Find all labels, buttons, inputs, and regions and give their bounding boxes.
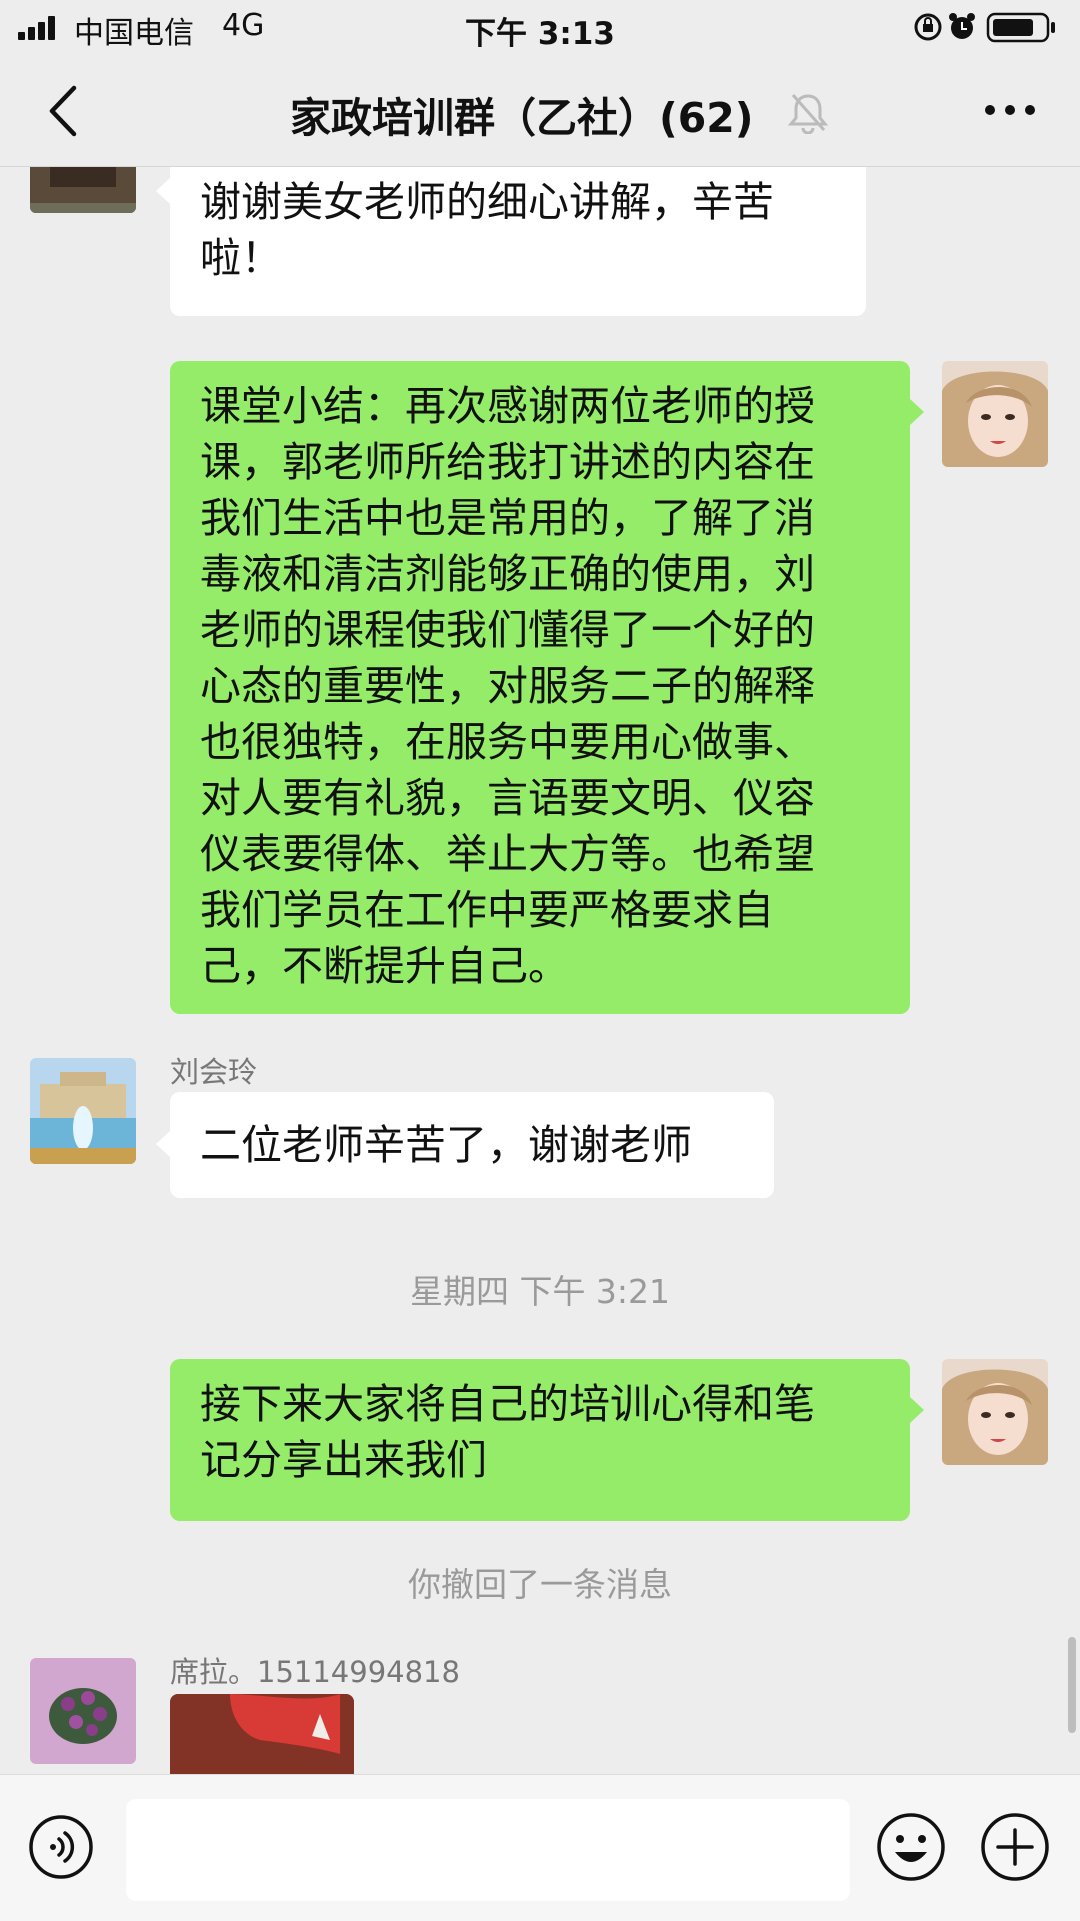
back-icon — [49, 85, 77, 137]
message-bubble[interactable]: 二位老师辛苦了，谢谢老师 — [170, 1092, 774, 1198]
avatar[interactable] — [30, 167, 136, 213]
bubble-tail — [156, 1131, 170, 1157]
bubble-tail — [156, 178, 170, 204]
message-bubble[interactable]: 接下来大家将自己的培训心得和笔 记分享出来我们 — [170, 1359, 910, 1521]
lock-rotation-icon — [914, 13, 942, 41]
chat-title: 家政培训群（乙社）(62) — [290, 94, 754, 142]
avatar[interactable] — [942, 1359, 1048, 1465]
back-button[interactable] — [40, 84, 90, 138]
nav-bar: 家政培训群（乙社）(62) — [0, 54, 1080, 167]
emoji-button[interactable] — [876, 1812, 946, 1882]
voice-icon — [29, 1815, 93, 1879]
status-icons — [912, 10, 1062, 44]
voice-button[interactable] — [28, 1814, 94, 1880]
input-bar — [0, 1774, 1080, 1921]
bubble-tail — [910, 1397, 924, 1423]
chat-area[interactable]: 谢谢美女老师的细心讲解，辛苦 啦！ 课堂小结：再次感谢两位老师的授 课，郭老师所… — [0, 167, 1080, 1774]
alarm-icon — [949, 13, 975, 39]
plus-icon — [981, 1813, 1049, 1881]
recall-notice: 你撤回了一条消息 — [408, 1565, 672, 1604]
image-message[interactable] — [170, 1694, 354, 1774]
message-bubble[interactable]: 课堂小结：再次感谢两位老师的授 课，郭老师所给我打讲述的内容在 我们生活中也是常… — [170, 361, 910, 1014]
timestamp-label: 星期四 下午 3:21 — [409, 1272, 671, 1311]
avatar[interactable] — [30, 1658, 136, 1764]
more-button[interactable] — [982, 92, 1038, 128]
message-bubble[interactable]: 谢谢美女老师的细心讲解，辛苦 啦！ — [170, 167, 866, 316]
avatar[interactable] — [942, 361, 1048, 467]
message-input[interactable] — [126, 1799, 850, 1901]
plus-button[interactable] — [980, 1812, 1050, 1882]
sender-name: 席拉。15114994818 — [170, 1655, 460, 1689]
bubble-tail — [910, 399, 924, 425]
mute-bell-icon — [787, 90, 829, 135]
more-icon — [985, 105, 1035, 115]
battery-icon — [986, 12, 1055, 43]
emoji-icon — [877, 1813, 945, 1881]
avatar[interactable] — [30, 1058, 136, 1164]
status-bar: 中国电信 4G 下午 3:13 — [0, 0, 1080, 54]
sender-name: 刘会玲 — [170, 1055, 258, 1089]
scrollbar[interactable] — [1068, 1637, 1076, 1733]
